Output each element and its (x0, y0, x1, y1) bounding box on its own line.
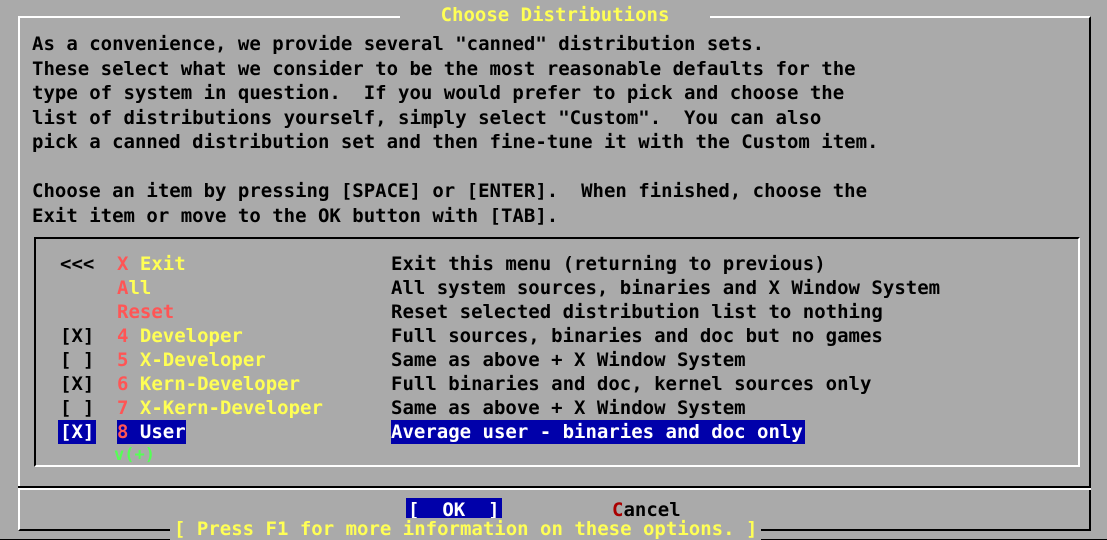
item-label: 4 Developer (117, 325, 243, 347)
intro-text: As a convenience, we provide several "ca… (32, 32, 878, 228)
item-description: Exit this menu (returning to previous) (391, 253, 826, 275)
item-description: Full binaries and doc, kernel sources on… (391, 373, 872, 395)
menu-item-user[interactable]: [X] 8 User Average user - binaries and d… (58, 420, 805, 444)
choose-distributions-dialog: Choose Distributions As a convenience, w… (0, 0, 1107, 540)
item-description: Reset selected distribution list to noth… (391, 301, 883, 323)
intro-line: pick a canned distribution set and then … (32, 131, 879, 153)
item-label: 8 User (117, 420, 186, 444)
menu-item-x-kern-developer[interactable]: [ ] 7 X-Kern-Developer Same as above + X… (60, 396, 746, 420)
item-description: All system sources, binaries and X Windo… (391, 277, 941, 299)
item-description: Average user - binaries and doc only (391, 420, 805, 444)
item-label: 5 X-Developer (117, 349, 266, 371)
help-footer: [ Press F1 for more information on these… (170, 518, 762, 540)
item-label: 6 Kern-Developer (117, 373, 301, 395)
intro-line: Choose an item by pressing [SPACE] or [E… (32, 180, 868, 202)
item-label: Reset (117, 301, 175, 323)
item-checkbox[interactable]: [ ] (60, 396, 94, 420)
item-label: X Exit (117, 253, 186, 275)
item-checkbox[interactable]: [ ] (60, 348, 94, 372)
menu-item-developer[interactable]: [X] 4 Developer Full sources, binaries a… (60, 324, 883, 348)
scroll-more-indicator[interactable]: v(+) (110, 445, 159, 465)
item-label: All (117, 277, 152, 299)
intro-line: As a convenience, we provide several "ca… (32, 33, 765, 55)
item-checkbox[interactable]: [X] (60, 324, 94, 348)
intro-line: These select what we consider to be the … (32, 57, 856, 80)
dialog-title: Choose Distributions (400, 4, 710, 26)
item-description: Full sources, binaries and doc but no ga… (391, 325, 883, 347)
item-description: Same as above + X Window System (391, 397, 746, 419)
intro-line: Exit item or move to the OK button with … (32, 204, 559, 227)
menu-item-all[interactable]: All All system sources, binaries and X W… (60, 276, 940, 300)
button-separator (18, 486, 1091, 490)
item-checkbox[interactable]: [X] (58, 420, 97, 444)
menu-item-kern-developer[interactable]: [X] 6 Kern-Developer Full binaries and d… (60, 372, 871, 396)
item-marker: <<< (60, 253, 95, 275)
menu-item-exit[interactable]: <<< X Exit Exit this menu (returning to … (60, 252, 826, 276)
item-description: Same as above + X Window System (391, 349, 746, 371)
item-label: 7 X-Kern-Developer (117, 397, 323, 419)
intro-line: type of system in question. If you would… (32, 82, 845, 104)
menu-item-reset[interactable]: Reset Reset selected distribution list t… (60, 300, 883, 324)
menu-item-x-developer[interactable]: [ ] 5 X-Developer Same as above + X Wind… (60, 348, 746, 372)
intro-line: list of distributions yourself, simply s… (32, 106, 822, 129)
item-checkbox[interactable]: [X] (60, 372, 94, 396)
